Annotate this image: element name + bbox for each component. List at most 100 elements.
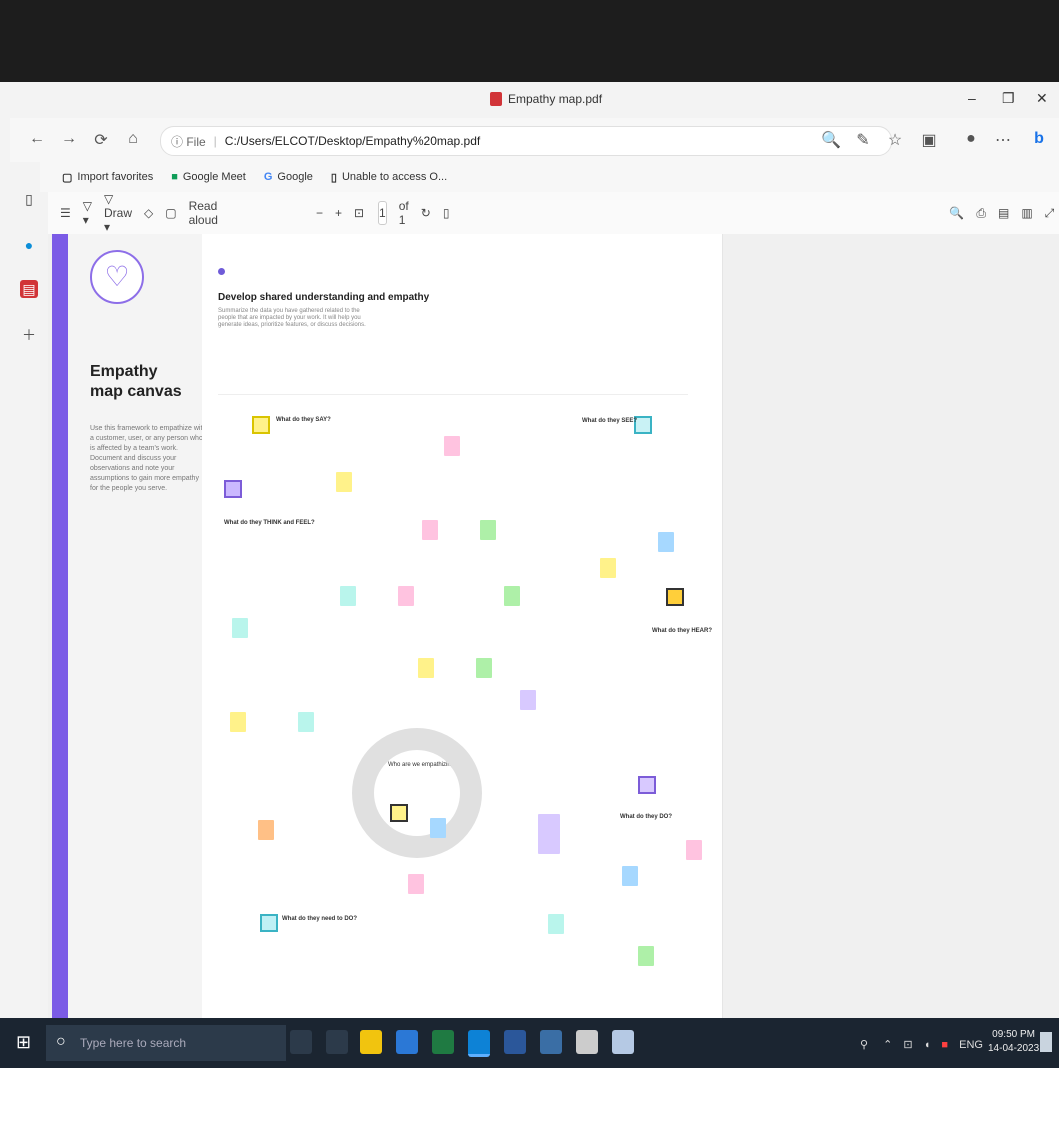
people-icon[interactable]: ⚲ xyxy=(860,1039,868,1051)
url-text: C:/Users/ELCOT/Desktop/Empathy%20map.pdf xyxy=(224,134,481,148)
say-frame xyxy=(252,416,270,434)
sticky-note xyxy=(258,820,274,840)
settings-icon[interactable] xyxy=(576,1030,598,1054)
browser-window: Empathy map.pdf – ❐ ✕ ← → ⟳ ⌂ ⓘ File | C… xyxy=(10,82,1059,1018)
draw-label: Draw xyxy=(104,206,133,220)
mic-icon[interactable] xyxy=(290,1030,312,1054)
need-frame xyxy=(260,914,278,932)
navigation-bar: ← → ⟳ ⌂ ⓘ File | C:/Users/ELCOT/Desktop/… xyxy=(10,118,1059,162)
zoom-in-button[interactable]: + xyxy=(335,206,342,220)
refresh-button[interactable]: ⟳ xyxy=(90,130,112,150)
taskbar-clock[interactable]: 09:50 PM 14-04-2023 xyxy=(988,1028,1039,1056)
minimize-button[interactable]: – xyxy=(968,90,976,106)
favorite-item[interactable]: ■ Google Meet xyxy=(171,171,246,183)
sticky-note xyxy=(476,658,492,678)
search-placeholder: Type here to search xyxy=(80,1036,187,1050)
draw-button[interactable]: ▽ Draw ▾ xyxy=(104,192,132,234)
pdf-tab-icon[interactable]: ▤ xyxy=(20,280,38,298)
center-frame xyxy=(390,804,408,822)
favorites-bar: ▢ Import favorites ■ Google Meet G Google ▯… xyxy=(40,162,1059,192)
camera-icon[interactable] xyxy=(612,1030,634,1054)
edge-icon[interactable] xyxy=(468,1030,490,1057)
title-bar: Empathy map.pdf – ❐ ✕ xyxy=(10,82,1059,118)
back-button[interactable]: ← xyxy=(26,130,48,148)
clock-time: 09:50 PM xyxy=(992,1029,1035,1040)
section-description: Summarize the data you have gathered rel… xyxy=(218,308,366,328)
photos-icon[interactable] xyxy=(540,1030,562,1054)
do-label: What do they DO? xyxy=(620,814,672,820)
excel-icon[interactable] xyxy=(432,1030,454,1054)
pdf-page: Develop shared understanding and empathy… xyxy=(202,234,723,1018)
taskbar-search[interactable]: ○ Type here to search xyxy=(46,1025,286,1061)
sticky-note xyxy=(600,558,616,578)
windows-start-icon[interactable]: ⊞ xyxy=(16,1032,31,1053)
sticky-note xyxy=(398,586,414,606)
favorites-icon[interactable]: ☆ xyxy=(884,130,906,150)
file-explorer-icon[interactable] xyxy=(360,1030,382,1054)
print-icon[interactable]: ⎙ xyxy=(976,206,986,221)
address-bar[interactable]: ⓘ File | C:/Users/ELCOT/Desktop/Empathy%… xyxy=(160,126,892,156)
page-number-input[interactable]: 1 xyxy=(378,201,387,225)
need-label: What do they need to DO? xyxy=(282,916,357,922)
pdf-content-area: ♡ Empathy map canvas Use this framework … xyxy=(48,234,1059,1018)
restore-button[interactable]: ❐ xyxy=(1002,90,1015,107)
highlight-icon[interactable]: ▽ ▾ xyxy=(83,199,92,227)
tab-actions-icon[interactable]: ▯ xyxy=(20,190,38,208)
close-button[interactable]: ✕ xyxy=(1036,90,1048,107)
more-icon[interactable]: ⋯ xyxy=(992,130,1014,150)
bing-icon[interactable]: b xyxy=(1028,130,1050,148)
read-aloud-icon[interactable]: ▢ xyxy=(165,206,176,220)
pdf-icon xyxy=(490,92,502,106)
window-title: Empathy map.pdf xyxy=(490,92,602,106)
page-view-icon[interactable]: ▯ xyxy=(443,206,450,220)
profile-icon[interactable]: ● xyxy=(960,130,982,148)
sticky-note xyxy=(298,712,314,732)
volume-icon[interactable]: ◖ xyxy=(924,1039,931,1051)
erase-icon[interactable]: ◇ xyxy=(144,206,153,220)
tray-up-icon[interactable]: ⌃ xyxy=(883,1039,892,1051)
save-as-icon[interactable]: ▥ xyxy=(1021,206,1032,220)
favorite-label: Unable to access O... xyxy=(341,171,448,183)
fullscreen-icon[interactable]: ⤢ xyxy=(1045,206,1055,221)
sticky-note xyxy=(232,618,248,638)
page-icon: ▯ xyxy=(330,171,337,184)
windows-taskbar: ⊞ ○ Type here to search ⚲ ⌃ ⊡ ◖ ■ ENG 09… xyxy=(0,1018,1059,1068)
favorite-item[interactable]: ▯ Unable to access O... xyxy=(331,171,447,184)
read-mode-icon[interactable]: ✎ xyxy=(852,130,874,150)
task-view-icon[interactable] xyxy=(326,1030,348,1054)
favorite-item[interactable]: G Google xyxy=(264,171,313,183)
network-icon[interactable]: ⊡ xyxy=(903,1039,912,1051)
zoom-icon[interactable]: 🔍 xyxy=(820,130,842,150)
pdf-toolbar: ☰ ▽ ▾ ▽ Draw ▾ ◇ ▢ Read aloud − + ⊡ 1 of… xyxy=(48,192,1059,235)
read-aloud-button[interactable]: Read aloud xyxy=(189,199,218,227)
sticky-note xyxy=(422,520,438,540)
contents-icon[interactable]: ☰ xyxy=(60,206,71,220)
mail-icon[interactable] xyxy=(396,1030,418,1054)
rotate-icon[interactable]: ↻ xyxy=(421,206,431,220)
collections-icon[interactable]: ▣ xyxy=(918,130,940,150)
sticky-note xyxy=(638,946,654,966)
sticky-note xyxy=(622,866,638,886)
save-icon[interactable]: ▤ xyxy=(998,206,1009,220)
file-info-label: ⓘ File xyxy=(171,134,206,149)
hear-frame xyxy=(666,588,684,606)
forward-button[interactable]: → xyxy=(58,130,80,148)
fit-page-icon[interactable]: ⊡ xyxy=(354,206,364,220)
word-icon[interactable] xyxy=(504,1030,526,1054)
sticky-note xyxy=(444,436,460,456)
notification-icon[interactable] xyxy=(1040,1032,1052,1052)
new-tab-icon[interactable]: ＋ xyxy=(20,326,38,344)
sticky-note xyxy=(340,586,356,606)
zoom-out-button[interactable]: − xyxy=(316,206,323,220)
clock-date: 14-04-2023 xyxy=(988,1043,1040,1054)
canvas-title: Empathy map canvas xyxy=(90,363,182,400)
sticky-note xyxy=(548,914,564,934)
search-icon[interactable]: 🔍 xyxy=(949,206,964,220)
address-separator: | xyxy=(213,134,217,148)
language-label[interactable]: ENG xyxy=(959,1039,983,1051)
favorite-item[interactable]: ▢ Import favorites xyxy=(62,171,153,184)
edge-tab-icon[interactable]: ● xyxy=(20,236,38,254)
favorite-label: Google xyxy=(277,171,313,183)
battery-icon[interactable]: ■ xyxy=(941,1039,948,1051)
home-button[interactable]: ⌂ xyxy=(122,130,144,148)
